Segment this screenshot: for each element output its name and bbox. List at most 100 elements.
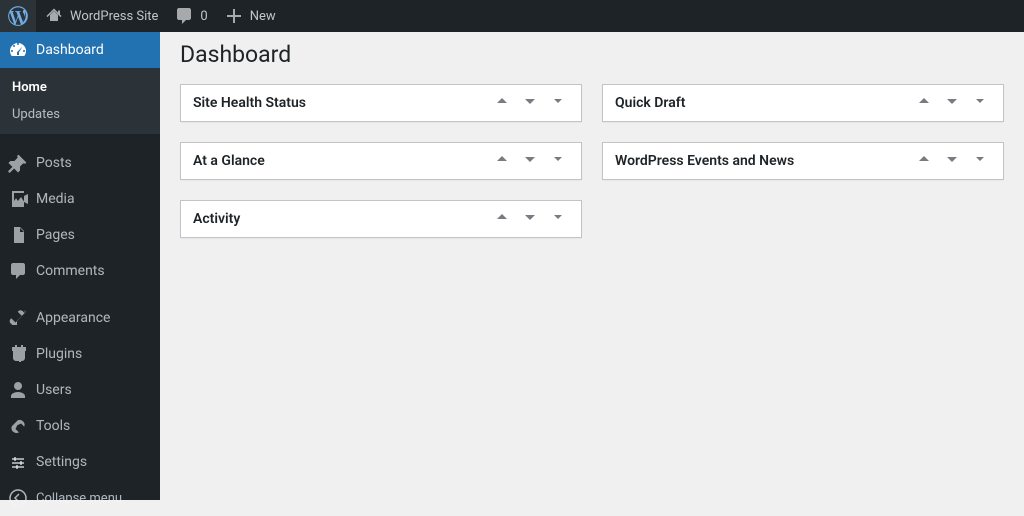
menu-pages[interactable]: Pages	[0, 217, 160, 253]
comment-icon	[8, 261, 28, 281]
move-down-button[interactable]	[519, 148, 541, 174]
menu-label: Pages	[36, 227, 75, 243]
toggle-button[interactable]	[969, 90, 991, 116]
chevron-down-icon	[522, 151, 538, 167]
pin-icon	[8, 153, 28, 173]
panel-column-2: Quick Draft WordPress Events and News	[602, 84, 1004, 238]
adminbar-comments-count: 0	[200, 9, 207, 24]
menu-label: Comments	[36, 263, 105, 279]
postbox-header[interactable]: WordPress Events and News	[603, 143, 1003, 179]
move-down-button[interactable]	[519, 206, 541, 232]
postbox-controls	[491, 206, 569, 232]
comment-icon	[174, 6, 194, 26]
toggle-button[interactable]	[547, 206, 569, 232]
caret-down-icon	[550, 151, 566, 167]
settings-icon	[8, 452, 28, 472]
postbox-header[interactable]: At a Glance	[181, 143, 581, 179]
postbox-controls	[491, 148, 569, 174]
chevron-down-icon	[522, 93, 538, 109]
caret-down-icon	[972, 151, 988, 167]
move-down-button[interactable]	[941, 148, 963, 174]
postbox-title: Site Health Status	[193, 95, 491, 111]
toggle-button[interactable]	[547, 148, 569, 174]
postbox-at-a-glance: At a Glance	[180, 142, 582, 180]
panel-column-1: Site Health Status At a Glance	[180, 84, 582, 238]
postbox-events-news: WordPress Events and News	[602, 142, 1004, 180]
postbox-controls	[913, 148, 991, 174]
adminbar-new-label: New	[250, 9, 276, 24]
caret-down-icon	[550, 93, 566, 109]
adminbar-site-link[interactable]: WordPress Site	[36, 0, 166, 32]
plus-icon	[224, 6, 244, 26]
user-icon	[8, 380, 28, 400]
chevron-up-icon	[494, 151, 510, 167]
menu-label: Appearance	[36, 310, 110, 326]
toggle-button[interactable]	[969, 148, 991, 174]
menu-label: Dashboard	[36, 42, 104, 58]
media-icon	[8, 189, 28, 209]
postbox-controls	[913, 90, 991, 116]
brush-icon	[8, 308, 28, 328]
move-down-button[interactable]	[941, 90, 963, 116]
adminbar-site-name: WordPress Site	[70, 9, 158, 24]
submenu-updates[interactable]: Updates	[0, 101, 160, 128]
main-content: Dashboard Site Health Status At a	[160, 32, 1024, 500]
postbox-quick-draft: Quick Draft	[602, 84, 1004, 122]
move-up-button[interactable]	[491, 206, 513, 232]
chevron-down-icon	[944, 93, 960, 109]
caret-down-icon	[972, 93, 988, 109]
menu-settings[interactable]: Settings	[0, 444, 160, 480]
menu-comments[interactable]: Comments	[0, 253, 160, 289]
postbox-header[interactable]: Activity	[181, 201, 581, 237]
toggle-button[interactable]	[547, 90, 569, 116]
menu-plugins[interactable]: Plugins	[0, 336, 160, 372]
menu-label: Settings	[36, 454, 87, 470]
wordpress-logo-icon	[8, 6, 28, 26]
dashboard-submenu: Home Updates	[0, 68, 160, 134]
postbox-title: Activity	[193, 211, 491, 227]
move-up-button[interactable]	[913, 90, 935, 116]
move-up-button[interactable]	[491, 90, 513, 116]
menu-label: Tools	[36, 418, 70, 434]
postbox-title: Quick Draft	[615, 95, 913, 111]
adminbar: WordPress Site 0 New	[0, 0, 1024, 32]
adminbar-comments[interactable]: 0	[166, 0, 215, 32]
move-down-button[interactable]	[519, 90, 541, 116]
postbox-title: At a Glance	[193, 153, 491, 169]
move-up-button[interactable]	[913, 148, 935, 174]
chevron-down-icon	[522, 209, 538, 225]
menu-appearance[interactable]: Appearance	[0, 300, 160, 336]
postbox-header[interactable]: Quick Draft	[603, 85, 1003, 121]
menu-posts[interactable]: Posts	[0, 145, 160, 181]
menu-label: Plugins	[36, 346, 82, 362]
postbox-header[interactable]: Site Health Status	[181, 85, 581, 121]
admin-sidebar: Dashboard Home Updates Posts Media Pages…	[0, 32, 160, 500]
chevron-down-icon	[944, 151, 960, 167]
chevron-up-icon	[494, 209, 510, 225]
chevron-up-icon	[916, 93, 932, 109]
menu-label: Posts	[36, 155, 72, 171]
menu-dashboard[interactable]: Dashboard	[0, 32, 160, 68]
dashboard-icon	[8, 40, 28, 60]
postbox-activity: Activity	[180, 200, 582, 238]
page-icon	[8, 225, 28, 245]
postbox-title: WordPress Events and News	[615, 153, 913, 169]
menu-users[interactable]: Users	[0, 372, 160, 408]
menu-label: Media	[36, 191, 75, 207]
collapse-label: Collapse menu	[36, 491, 122, 506]
home-icon	[44, 6, 64, 26]
menu-tools[interactable]: Tools	[0, 408, 160, 444]
collapse-icon	[8, 488, 28, 508]
adminbar-wp-logo[interactable]	[0, 0, 36, 32]
move-up-button[interactable]	[491, 148, 513, 174]
chevron-up-icon	[916, 151, 932, 167]
chevron-up-icon	[494, 93, 510, 109]
caret-down-icon	[550, 209, 566, 225]
postbox-site-health: Site Health Status	[180, 84, 582, 122]
collapse-menu[interactable]: Collapse menu	[0, 480, 160, 516]
submenu-home[interactable]: Home	[0, 74, 160, 101]
adminbar-new[interactable]: New	[216, 0, 284, 32]
menu-media[interactable]: Media	[0, 181, 160, 217]
dashboard-panels: Site Health Status At a Glance	[180, 84, 1004, 238]
plugin-icon	[8, 344, 28, 364]
